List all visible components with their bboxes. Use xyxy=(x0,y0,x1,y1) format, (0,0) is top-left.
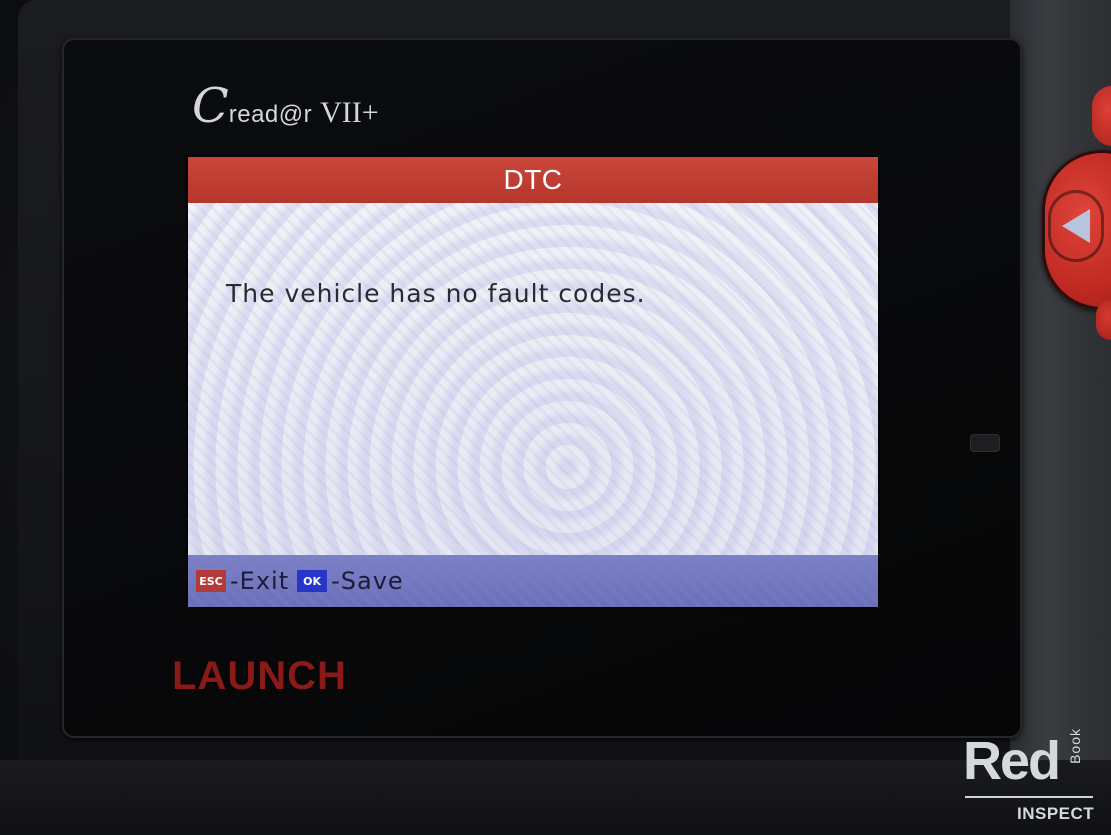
launch-logo: LAUNCH xyxy=(172,654,347,698)
exit-hint-label: -Exit xyxy=(230,567,290,595)
watermark-red-text: Red xyxy=(963,731,1061,791)
photo-scene: C read@r VII+ DTC The vehicle has no fau… xyxy=(0,0,1111,835)
device-light-sensor xyxy=(970,434,1000,452)
control-pad-up-button[interactable] xyxy=(1092,86,1111,146)
screen-body xyxy=(188,203,878,555)
dtc-status-message: The vehicle has no fault codes. xyxy=(226,279,646,308)
lcd-screen: DTC The vehicle has no fault codes. ESC … xyxy=(188,157,878,607)
screen-title: DTC xyxy=(503,164,563,195)
screen-title-bar: DTC xyxy=(188,157,878,203)
watermark-inspect-text: INSPECT xyxy=(1017,804,1095,823)
redbook-inspect-watermark: Red Book INSPECT xyxy=(955,724,1105,832)
device-bottom-edge xyxy=(0,760,1111,835)
ok-key-badge[interactable]: OK xyxy=(297,570,328,592)
brand-logo-c: C xyxy=(192,78,229,134)
watermark-divider xyxy=(965,796,1093,798)
save-hint-label: -Save xyxy=(331,567,404,595)
watermark-book-text: Book xyxy=(1067,728,1083,764)
creader-brand-logo: C read@r VII+ xyxy=(192,82,379,130)
esc-key-badge[interactable]: ESC xyxy=(196,570,226,592)
brand-logo-name: read@r xyxy=(228,101,313,128)
screen-footer-bar: ESC -Exit OK -Save xyxy=(188,555,878,607)
brand-logo-model: VII+ xyxy=(320,96,379,129)
left-arrow-icon[interactable] xyxy=(1062,209,1090,243)
control-pad-down-button[interactable] xyxy=(1096,300,1111,340)
